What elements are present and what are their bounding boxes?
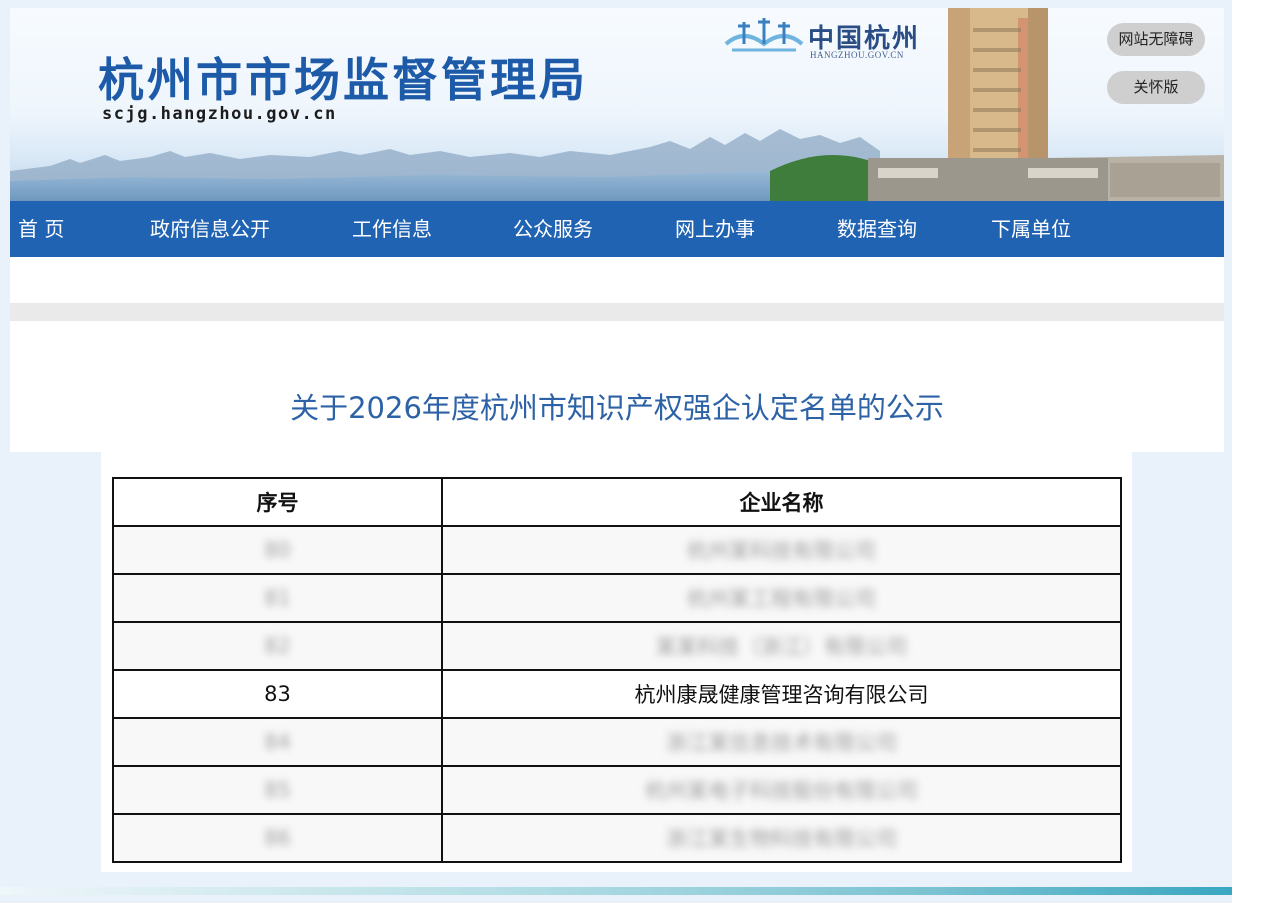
government-building-image — [868, 8, 1108, 201]
row-number-cell: 80 — [112, 525, 443, 575]
row-number-cell: 85 — [112, 765, 443, 815]
column-header-company: 企业名称 — [441, 477, 1122, 527]
table-row: 82 某某科技（浙江）有限公司 — [112, 621, 1122, 671]
care-mode-button[interactable]: 关怀版 — [1107, 71, 1205, 104]
company-name-cell: 杭州某工程有限公司 — [441, 573, 1122, 623]
table-row-highlighted: 83 杭州康晟健康管理咨询有限公司 — [112, 669, 1122, 719]
site-domain: scjg.hangzhou.gov.cn — [102, 104, 337, 124]
page-margin — [1232, 0, 1280, 903]
breadcrumb-area — [10, 257, 1224, 303]
company-name-cell: 浙江某信息技术有限公司 — [441, 717, 1122, 767]
divider-bar — [10, 303, 1224, 321]
hangzhou-logo-icon — [724, 18, 804, 52]
enterprise-table: 序号 企业名称 80 杭州某科技有限公司 81 杭州某工程有限公司 82 某某科… — [112, 477, 1122, 863]
row-number-cell: 82 — [112, 621, 443, 671]
table-row: 85 杭州某电子科技股份有限公司 — [112, 765, 1122, 815]
accessibility-button[interactable]: 网站无障碍 — [1107, 23, 1205, 56]
table-row: 80 杭州某科技有限公司 — [112, 525, 1122, 575]
table-container: 序号 企业名称 80 杭州某科技有限公司 81 杭州某工程有限公司 82 某某科… — [101, 452, 1132, 872]
nav-item-gov-info[interactable]: 政府信息公开 — [150, 201, 270, 257]
nav-item-data-query[interactable]: 数据查询 — [837, 201, 917, 257]
nav-item-subordinate[interactable]: 下属单位 — [991, 201, 1071, 257]
row-number-cell: 86 — [112, 813, 443, 863]
page-container: 杭州市市场监督管理局 scjg.hangzhou.gov.cn 中国杭州 HAN… — [10, 8, 1224, 452]
site-title[interactable]: 杭州市市场监督管理局 — [98, 44, 588, 110]
company-name-cell: 某某科技（浙江）有限公司 — [441, 621, 1122, 671]
company-name-cell: 杭州某科技有限公司 — [441, 525, 1122, 575]
footer-gradient-line — [0, 887, 1232, 895]
row-number-cell: 83 — [112, 669, 443, 719]
row-number-cell: 81 — [112, 573, 443, 623]
column-header-number: 序号 — [112, 477, 443, 527]
company-name-cell: 杭州康晟健康管理咨询有限公司 — [441, 669, 1122, 719]
company-name-cell: 浙江某生物科技有限公司 — [441, 813, 1122, 863]
company-name-cell: 杭州某电子科技股份有限公司 — [441, 765, 1122, 815]
nav-item-online-service[interactable]: 网上办事 — [675, 201, 755, 257]
row-number-cell: 84 — [112, 717, 443, 767]
table-row: 86 浙江某生物科技有限公司 — [112, 813, 1122, 863]
table-header-row: 序号 企业名称 — [112, 477, 1122, 527]
main-nav: 首 页 政府信息公开 工作信息 公众服务 网上办事 数据查询 下属单位 — [10, 201, 1224, 257]
nav-item-home[interactable]: 首 页 — [18, 201, 64, 257]
nav-item-work-info[interactable]: 工作信息 — [352, 201, 432, 257]
table-row: 81 杭州某工程有限公司 — [112, 573, 1122, 623]
article-header: 关于2026年度杭州市知识产权强企认定名单的公示 — [10, 321, 1224, 452]
article-title: 关于2026年度杭州市知识产权强企认定名单的公示 — [290, 391, 944, 425]
site-header: 杭州市市场监督管理局 scjg.hangzhou.gov.cn 中国杭州 HAN… — [10, 8, 1224, 201]
table-row: 84 浙江某信息技术有限公司 — [112, 717, 1122, 767]
nav-item-public-service[interactable]: 公众服务 — [513, 201, 593, 257]
